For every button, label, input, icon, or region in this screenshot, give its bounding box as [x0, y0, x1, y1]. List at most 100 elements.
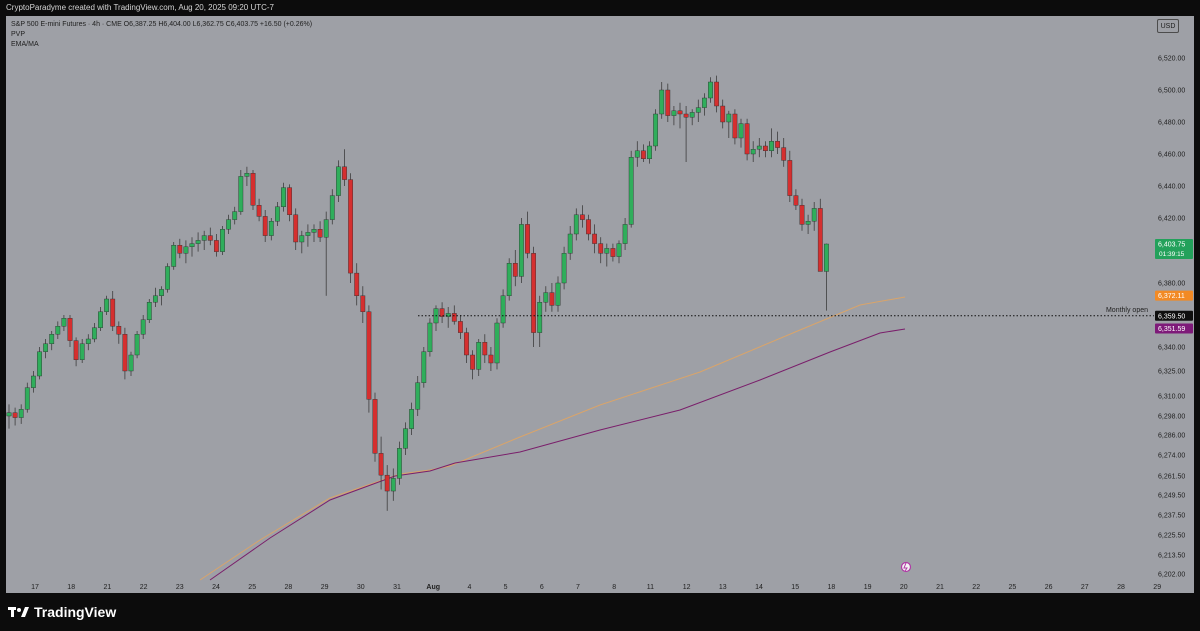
candle-up	[702, 97, 707, 108]
candle-up	[37, 351, 42, 377]
candle-up	[134, 334, 140, 356]
x-tick-label: 18	[828, 584, 836, 591]
brand-name: TradingView	[34, 604, 117, 620]
y-tick-label: 6,298.00	[1158, 414, 1185, 421]
x-tick-label: 18	[67, 584, 75, 591]
y-tick-label: 6,237.50	[1158, 513, 1185, 520]
candle-up	[671, 110, 677, 116]
candle-up	[427, 322, 433, 352]
y-tick-label: 6,520.00	[1158, 56, 1185, 63]
x-tick-label: 17	[31, 584, 39, 591]
candle-up	[226, 219, 231, 230]
candle-up	[622, 224, 628, 244]
candle-down	[549, 292, 555, 306]
x-tick-label: 14	[755, 584, 763, 591]
candle-up	[146, 302, 152, 321]
y-tick-label: 6,500.00	[1158, 88, 1185, 95]
candle-down	[451, 313, 457, 322]
x-tick-label: 25	[1009, 584, 1017, 591]
tradingview-logo: TradingView	[8, 600, 116, 624]
candle-up	[18, 409, 24, 418]
candle-down	[110, 298, 116, 327]
candle-up	[281, 187, 286, 208]
candle-up	[750, 148, 756, 155]
candle-down	[763, 145, 768, 152]
tradingview-logo-icon	[8, 607, 29, 617]
candle-up	[61, 318, 67, 327]
candle-up	[689, 112, 695, 118]
candle-down	[799, 204, 805, 225]
candle-down	[67, 318, 73, 341]
candle-up	[567, 233, 573, 254]
candle-up	[738, 123, 744, 139]
candle-up	[519, 224, 524, 277]
candle-up	[189, 243, 195, 248]
x-tick-label: 12	[683, 584, 691, 591]
candle-down	[378, 453, 384, 476]
candle-up	[195, 240, 201, 244]
candle-up	[604, 248, 610, 254]
candle-up	[415, 382, 421, 410]
candle-down	[470, 354, 475, 370]
candle-down	[525, 224, 530, 254]
candle-down	[293, 214, 299, 243]
candle-up	[31, 375, 36, 388]
y-tick-label: 6,340.00	[1158, 345, 1185, 352]
candle-down	[488, 354, 494, 364]
candle-up	[323, 219, 329, 238]
candle-up	[140, 319, 146, 335]
price-tag-value: 6,372.11	[1158, 293, 1185, 300]
candle-up	[171, 244, 177, 267]
candle-up	[201, 235, 207, 241]
candle-up	[220, 228, 225, 252]
candle-up	[49, 334, 55, 345]
x-tick-label: 29	[1153, 584, 1161, 591]
candle-up	[824, 243, 829, 272]
candle-down	[317, 228, 323, 238]
x-tick-label: 11	[647, 584, 654, 591]
candle-down	[348, 179, 353, 274]
candle-up	[543, 292, 549, 303]
x-tick-label: 4	[467, 584, 471, 591]
y-tick-label: 6,380.00	[1158, 281, 1185, 288]
candle-up	[555, 282, 561, 306]
candle-up	[653, 113, 658, 147]
candle-down	[214, 240, 219, 252]
candle-up	[85, 338, 91, 345]
price-tag-countdown: 01:39:15	[1159, 251, 1185, 258]
x-tick-label: 5	[504, 584, 508, 591]
candle-up	[561, 253, 567, 284]
y-tick-label: 6,480.00	[1158, 120, 1185, 127]
candle-up	[500, 295, 506, 324]
candle-up	[311, 228, 317, 233]
candle-down	[793, 195, 799, 206]
candle-up	[811, 208, 817, 222]
y-tick-label: 6,249.50	[1158, 493, 1185, 500]
candle-down	[122, 334, 128, 372]
candle-up	[756, 145, 762, 150]
y-tick-label: 6,261.50	[1158, 474, 1185, 481]
candle-up	[305, 232, 311, 236]
candle-down	[641, 150, 646, 160]
candle-down	[817, 208, 823, 272]
x-tick-label: 20	[900, 584, 908, 591]
candle-up	[409, 409, 414, 429]
price-tag-value: 6,351.59	[1158, 326, 1185, 333]
monthly-open-label: Monthly open	[1106, 307, 1148, 314]
x-tick-label: 22	[972, 584, 980, 591]
x-tick-label: 28	[1117, 584, 1125, 591]
candle-up	[506, 263, 512, 297]
candle-up	[299, 235, 305, 243]
candle-up	[92, 327, 97, 340]
x-tick-label: 23	[176, 584, 184, 591]
y-tick-label: 6,225.50	[1158, 533, 1185, 540]
candle-up	[244, 172, 250, 177]
candle-down	[744, 123, 750, 155]
candle-down	[360, 295, 366, 312]
candle-down	[256, 204, 262, 217]
candle-up	[708, 81, 713, 99]
candle-down	[354, 272, 360, 297]
x-tick-label: 22	[140, 584, 148, 591]
candle-up	[6, 412, 12, 417]
candle-up	[769, 140, 774, 151]
